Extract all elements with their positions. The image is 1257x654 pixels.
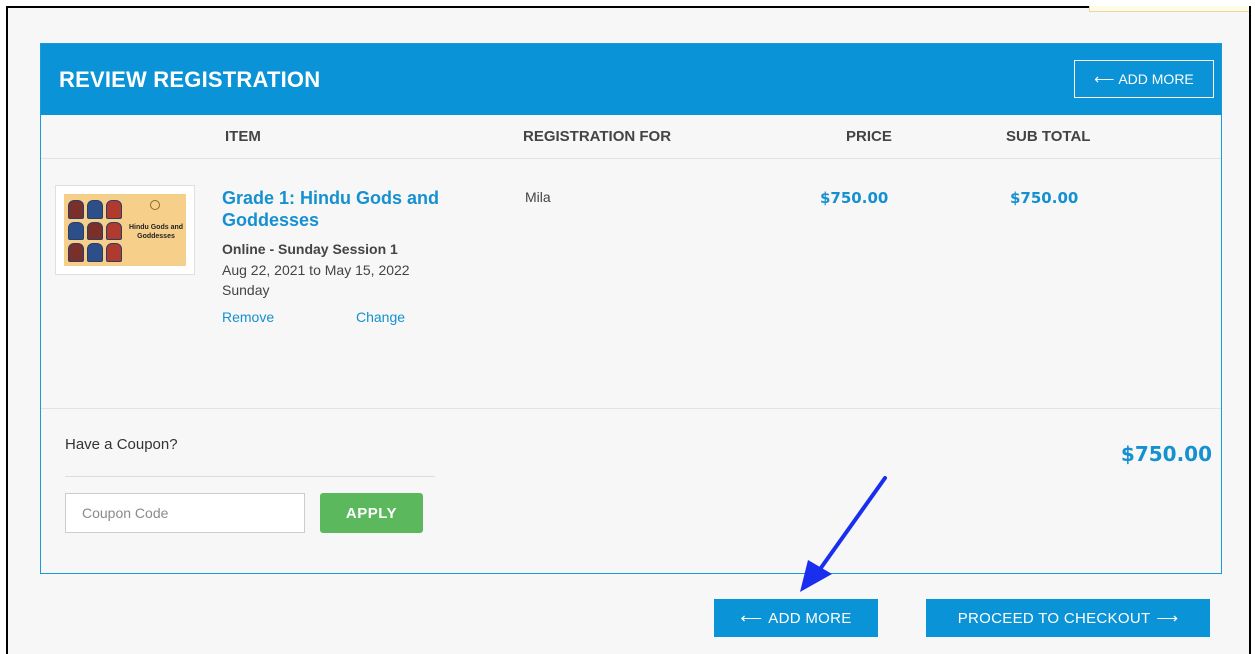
column-item: ITEM <box>225 128 261 145</box>
header-add-more-button[interactable]: ⟵ ADD MORE <box>1074 60 1214 98</box>
left-arrow-icon: ⟵ <box>1094 70 1115 87</box>
deity-figures <box>68 200 122 262</box>
proceed-to-checkout-button[interactable]: PROCEED TO CHECKOUT ⟶ <box>926 599 1210 637</box>
right-arrow-icon: ⟶ <box>1156 610 1179 627</box>
corner-tab <box>1089 6 1249 12</box>
course-title-link[interactable]: Grade 1: Hindu Gods and Goddesses <box>222 187 482 231</box>
course-session: Online - Sunday Session 1 <box>222 241 398 257</box>
change-link[interactable]: Change <box>356 309 405 325</box>
course-image-caption: Hindu Gods and Goddesses <box>128 224 184 240</box>
panel-title: REVIEW REGISTRATION <box>59 66 321 92</box>
coupon-code-input[interactable] <box>65 493 305 533</box>
course-image: Hindu Gods and Goddesses <box>64 194 186 266</box>
add-more-label: ADD MORE <box>768 609 852 627</box>
order-total: $750.00 <box>1120 442 1212 466</box>
checkout-label: PROCEED TO CHECKOUT <box>957 609 1151 627</box>
column-price: PRICE <box>846 128 892 145</box>
apply-coupon-button[interactable]: APPLY <box>320 493 423 533</box>
table-row: Hindu Gods and Goddesses Grade 1: Hindu … <box>41 159 1221 409</box>
remove-link[interactable]: Remove <box>222 309 274 325</box>
header-add-more-label: ADD MORE <box>1118 71 1194 87</box>
registration-for-value: Mila <box>525 189 551 205</box>
blue-arrow-annotation <box>800 476 887 592</box>
logo-icon <box>150 200 160 210</box>
coupon-divider <box>65 476 435 477</box>
course-dates: Aug 22, 2021 to May 15, 2022 <box>222 262 410 278</box>
coupon-label: Have a Coupon? <box>65 436 178 453</box>
sub-total-value: $750.00 <box>1010 189 1079 207</box>
course-day: Sunday <box>222 282 270 298</box>
add-more-button[interactable]: ⟵ ADD MORE <box>714 599 878 637</box>
left-arrow-icon: ⟵ <box>740 610 763 627</box>
review-registration-panel: REVIEW REGISTRATION ⟵ ADD MORE ITEM REGI… <box>40 43 1222 574</box>
column-registration-for: REGISTRATION FOR <box>523 128 672 145</box>
column-sub-total: SUB TOTAL <box>1006 128 1091 145</box>
course-thumbnail: Hindu Gods and Goddesses <box>55 185 195 275</box>
table-header: ITEM REGISTRATION FOR PRICE SUB TOTAL <box>41 115 1221 159</box>
price-value: $750.00 <box>820 189 889 207</box>
panel-header: REVIEW REGISTRATION ⟵ ADD MORE <box>41 44 1221 115</box>
